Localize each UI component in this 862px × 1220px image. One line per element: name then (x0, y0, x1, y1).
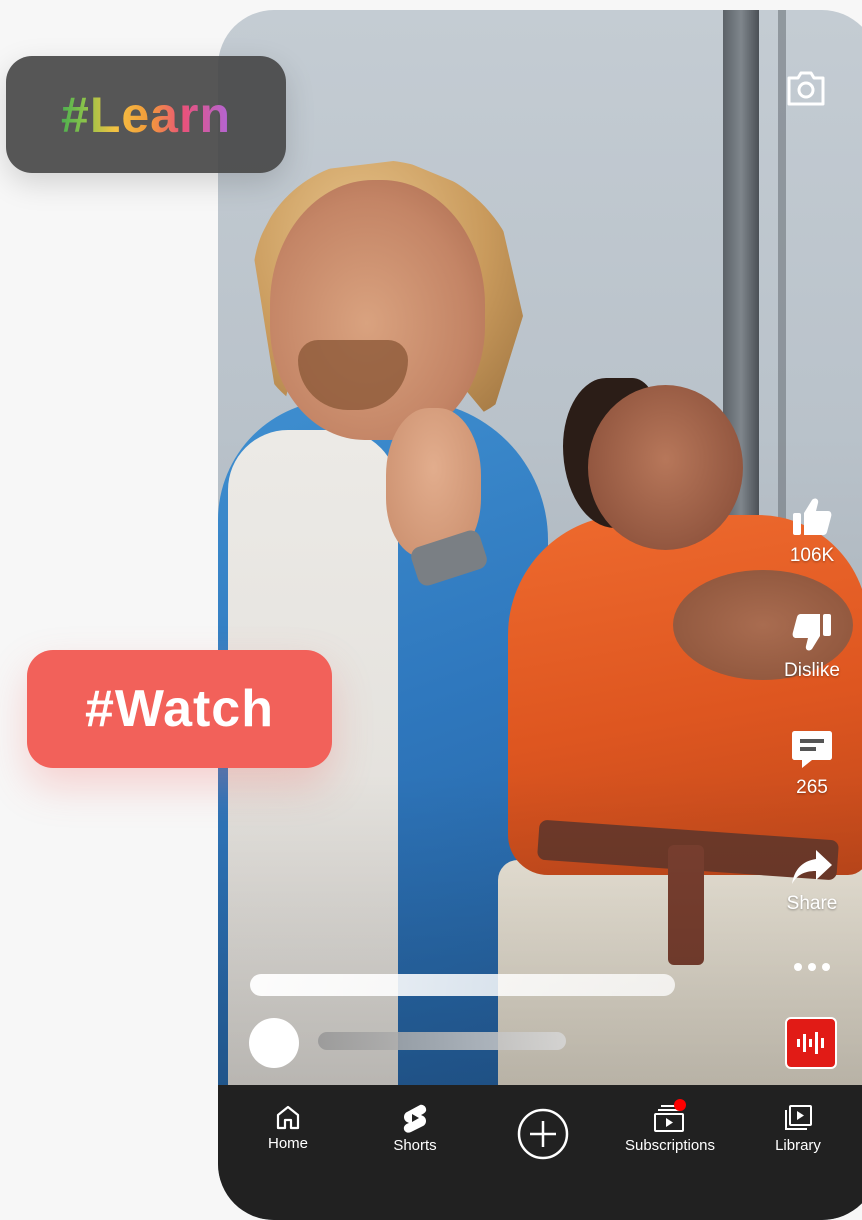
video-player[interactable] (218, 10, 862, 1100)
video-shade (218, 10, 862, 1100)
sound-button[interactable] (785, 1017, 837, 1069)
watch-tag: #Watch (27, 650, 332, 768)
nav-subscriptions-label: Subscriptions (624, 1137, 716, 1154)
more-dots-icon (794, 963, 830, 971)
nav-shorts-label: Shorts (393, 1137, 437, 1154)
dislike-label: Dislike (784, 660, 840, 681)
comment-count: 265 (796, 777, 828, 798)
library-icon (785, 1105, 812, 1130)
nav-create[interactable] (488, 1107, 598, 1161)
notification-dot (674, 1099, 686, 1111)
progress-track[interactable] (318, 1032, 566, 1050)
watch-tag-text: #Watch (85, 680, 274, 738)
audio-waveform-icon (797, 1032, 824, 1054)
nav-library[interactable]: Library (743, 1103, 853, 1154)
share-label: Share (786, 893, 838, 914)
phone-frame: 106K Dislike 265 Share Home Shorts Subsc… (218, 10, 862, 1220)
thumbs-up-icon (793, 498, 832, 535)
nav-shorts[interactable]: Shorts (360, 1103, 470, 1154)
shorts-icon (403, 1104, 427, 1133)
share-arrow-icon (792, 850, 832, 884)
dislike-button[interactable]: Dislike (772, 610, 852, 682)
nav-library-label: Library (775, 1137, 821, 1154)
bottom-navigation: Home Shorts Subscriptions Library (218, 1085, 862, 1220)
learn-tag: #Learn (6, 56, 286, 173)
camera-icon[interactable] (785, 68, 827, 108)
nav-subscriptions[interactable]: Subscriptions (615, 1099, 725, 1154)
thumbs-down-icon (792, 614, 831, 651)
comment-icon (792, 731, 832, 768)
home-icon (276, 1105, 300, 1130)
learn-tag-text: #Learn (61, 86, 231, 143)
more-button[interactable] (772, 960, 852, 974)
nav-home-label: Home (267, 1135, 308, 1152)
like-button[interactable]: 106K (772, 495, 852, 567)
share-button[interactable]: Share (772, 847, 852, 915)
like-count: 106K (789, 545, 835, 566)
comment-button[interactable]: 265 (772, 727, 852, 799)
progress-knob[interactable] (249, 1018, 299, 1068)
nav-home[interactable]: Home (233, 1103, 343, 1152)
plus-circle-icon (517, 1108, 569, 1160)
caption-placeholder-bar (250, 974, 675, 996)
